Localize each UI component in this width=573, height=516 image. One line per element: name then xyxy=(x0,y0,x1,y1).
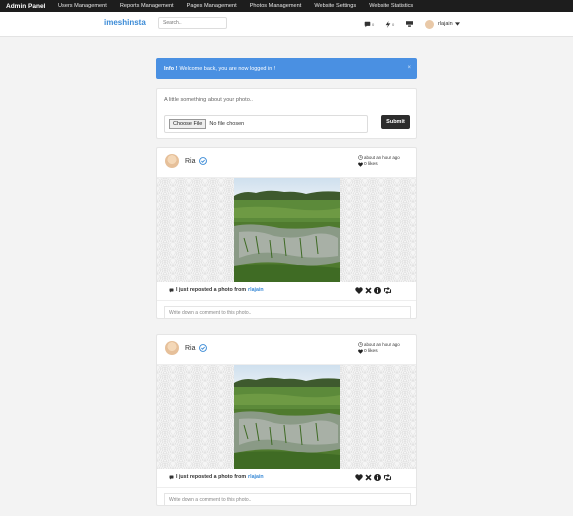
upload-card: A little something about your photo.. Ch… xyxy=(156,88,417,139)
heart-icon xyxy=(358,162,363,167)
author-name[interactable]: Ria xyxy=(185,158,196,165)
admin-bar: Admin Panel Users Management Reports Man… xyxy=(0,0,573,12)
admin-menu-statistics[interactable]: Website Statistics xyxy=(369,3,413,9)
verified-icon xyxy=(199,344,207,352)
post-caption: I just reposted a photo from rlajain xyxy=(169,287,264,293)
notifications-count: 0 xyxy=(392,21,395,27)
choose-file-button[interactable]: Choose File xyxy=(169,119,207,129)
caret-down-icon xyxy=(454,22,460,26)
author-name[interactable]: Ria xyxy=(185,345,196,352)
alert-close-button[interactable]: × xyxy=(407,65,411,71)
comment-icon xyxy=(169,288,174,292)
post-caption: I just reposted a photo from rlajain xyxy=(169,474,264,480)
alert-message: Welcome back, you are now logged in ! xyxy=(179,65,276,72)
post-header: Ria about an hour ago 0 likes xyxy=(157,148,416,178)
submit-button[interactable]: Submit xyxy=(381,115,410,129)
close-icon[interactable] xyxy=(365,474,372,481)
file-status: No file chosen xyxy=(209,121,245,127)
divider xyxy=(157,487,416,488)
dashboard-icon xyxy=(406,21,413,27)
info-icon[interactable] xyxy=(374,287,381,294)
post-header: Ria about an hour ago 0 likes xyxy=(157,335,416,365)
dashboard-button[interactable] xyxy=(406,18,413,30)
admin-menu-photos[interactable]: Photos Management xyxy=(250,3,302,9)
source-user-link[interactable]: rlajain xyxy=(248,287,264,293)
close-icon[interactable] xyxy=(365,287,372,294)
admin-menu: Users Management Reports Management Page… xyxy=(58,3,426,9)
source-user-link[interactable]: rlajain xyxy=(248,474,264,480)
admin-menu-users[interactable]: Users Management xyxy=(58,3,107,9)
verified-icon xyxy=(199,157,207,165)
site-logo[interactable]: imeshinsta xyxy=(104,18,146,27)
post-time-text: about an hour ago xyxy=(364,155,400,160)
post-photo[interactable] xyxy=(234,178,340,282)
post-time: about an hour ago xyxy=(358,342,400,347)
author-avatar[interactable] xyxy=(165,154,179,168)
retweet-icon[interactable] xyxy=(383,474,392,481)
admin-brand[interactable]: Admin Panel xyxy=(0,3,58,10)
post-card: Ria about an hour ago 0 likes I just rep… xyxy=(156,334,417,506)
user-menu[interactable]: rlajain xyxy=(425,18,460,30)
admin-menu-settings[interactable]: Website Settings xyxy=(314,3,356,9)
retweet-icon[interactable] xyxy=(383,287,392,294)
author-avatar[interactable] xyxy=(165,341,179,355)
post-likes-text: 0 likes xyxy=(364,162,378,167)
welcome-alert: Info ! Welcome back, you are now logged … xyxy=(156,58,417,79)
file-input[interactable]: Choose File No file chosen xyxy=(164,115,368,133)
post-actions xyxy=(355,474,394,481)
divider xyxy=(157,300,416,301)
user-avatar xyxy=(425,19,434,29)
comment-input[interactable]: Write down a comment to this photo.. xyxy=(164,493,411,506)
admin-menu-pages[interactable]: Pages Management xyxy=(187,3,237,9)
photo-container xyxy=(157,365,416,469)
messages-count: 0 xyxy=(372,21,375,27)
comment-input[interactable]: Write down a comment to this photo.. xyxy=(164,306,411,319)
admin-menu-reports[interactable]: Reports Management xyxy=(120,3,174,9)
top-nav: imeshinsta 0 0 rlajain xyxy=(0,12,573,37)
info-icon[interactable] xyxy=(374,474,381,481)
post-time-text: about an hour ago xyxy=(364,342,400,347)
username: rlajain xyxy=(438,21,453,27)
post-likes-text: 0 likes xyxy=(364,349,378,354)
clock-icon xyxy=(358,155,363,160)
photo-description-input[interactable]: A little something about your photo.. xyxy=(164,97,253,103)
bolt-icon xyxy=(385,20,391,28)
heart-icon xyxy=(358,349,363,354)
alert-title: Info ! xyxy=(164,65,178,72)
post-time: about an hour ago xyxy=(358,155,400,160)
search-input[interactable] xyxy=(158,17,227,29)
caption-text: I just reposted a photo from xyxy=(176,474,247,480)
caption-text: I just reposted a photo from xyxy=(176,287,247,293)
photo-container xyxy=(157,178,416,282)
messages-button[interactable]: 0 xyxy=(364,18,374,30)
comment-icon xyxy=(169,475,174,479)
post-likes: 0 likes xyxy=(358,162,378,167)
post-actions xyxy=(355,287,394,294)
post-likes: 0 likes xyxy=(358,349,378,354)
clock-icon xyxy=(358,342,363,347)
heart-icon[interactable] xyxy=(355,287,363,294)
post-photo[interactable] xyxy=(234,365,340,469)
post-card: Ria about an hour ago 0 likes I just rep… xyxy=(156,147,417,319)
notifications-button[interactable]: 0 xyxy=(385,18,394,30)
heart-icon[interactable] xyxy=(355,474,363,481)
comment-icon xyxy=(364,21,371,27)
